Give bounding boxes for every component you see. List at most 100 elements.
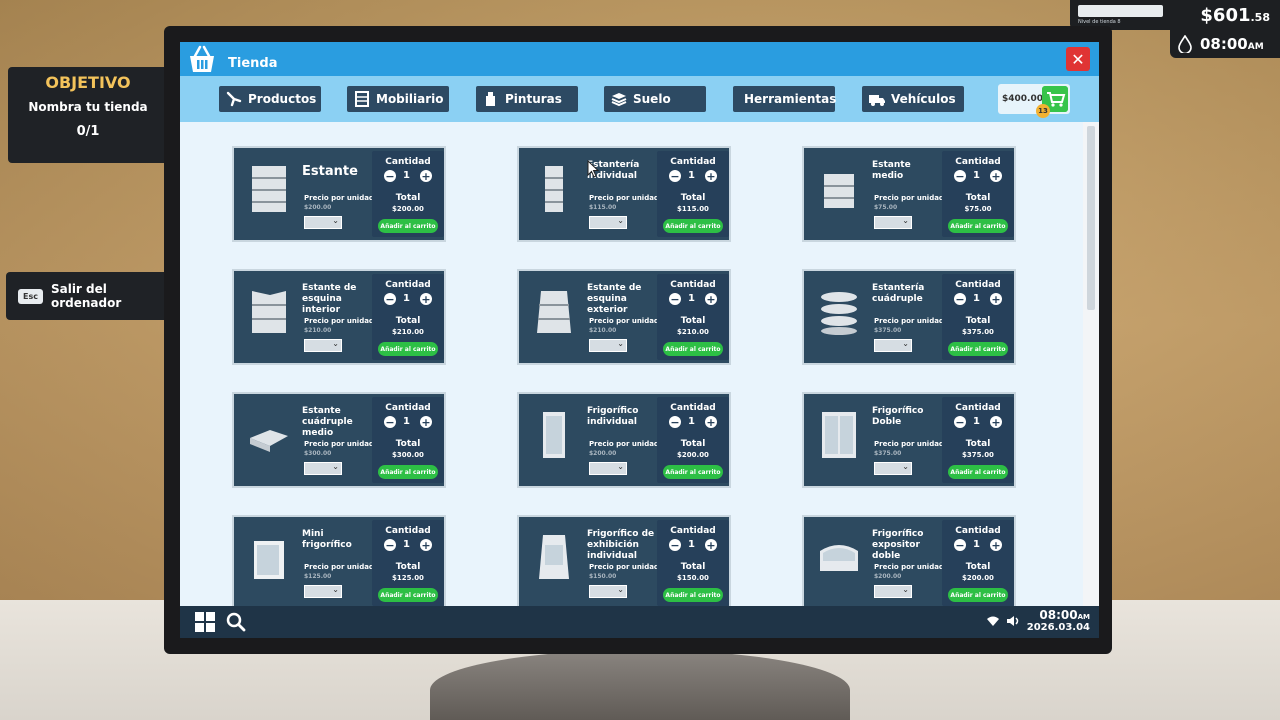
increase-quantity-button[interactable]: + (705, 416, 717, 428)
decrease-quantity-button[interactable]: − (954, 416, 966, 428)
add-to-cart-button[interactable]: Añadir al carrito (948, 465, 1008, 479)
tab-vehiculos[interactable]: Vehículos (862, 86, 964, 112)
unit-price-value: $200.00 (874, 573, 902, 580)
decrease-quantity-button[interactable]: − (669, 293, 681, 305)
add-to-cart-button[interactable]: Añadir al carrito (378, 342, 438, 356)
chevron-down-icon: ⌄ (902, 462, 909, 471)
variant-dropdown[interactable]: ⌄ (589, 216, 627, 229)
add-to-cart-button[interactable]: Añadir al carrito (378, 465, 438, 479)
decrease-quantity-button[interactable]: − (384, 170, 396, 182)
chevron-down-icon: ⌄ (332, 216, 339, 225)
total-value: $125.00 (392, 574, 424, 582)
product-thumbnail-icon (824, 174, 854, 208)
increase-quantity-button[interactable]: + (990, 539, 1002, 551)
close-button[interactable]: ✕ (1066, 47, 1090, 71)
add-to-cart-button[interactable]: Añadir al carrito (378, 219, 438, 233)
tab-herramientas[interactable]: Herramientas (733, 86, 837, 112)
product-card: Frigorífico Doble Precio por unidad $375… (802, 392, 1016, 488)
decrease-quantity-button[interactable]: − (954, 293, 966, 305)
decrease-quantity-button[interactable]: − (384, 416, 396, 428)
increase-quantity-button[interactable]: + (990, 170, 1002, 182)
unit-price-value: $375.00 (874, 327, 902, 334)
increase-quantity-button[interactable]: + (420, 416, 432, 428)
total-value: $200.00 (962, 574, 994, 582)
cart-button[interactable]: $400.00 13 (998, 84, 1070, 118)
increase-quantity-button[interactable]: + (705, 293, 717, 305)
chevron-down-icon: ⌄ (617, 339, 624, 348)
unit-price-value: $375.00 (874, 450, 902, 457)
decrease-quantity-button[interactable]: − (669, 539, 681, 551)
quantity-value: 1 (403, 293, 410, 304)
variant-dropdown[interactable]: ⌄ (874, 462, 912, 475)
scrollbar-thumb[interactable] (1087, 126, 1095, 310)
objective-count: 0/1 (76, 124, 100, 139)
search-icon[interactable] (226, 612, 246, 632)
product-card: Estante de esquina exterior Precio por u… (517, 269, 731, 365)
unit-price-value: $200.00 (304, 204, 332, 211)
add-to-cart-button[interactable]: Añadir al carrito (948, 588, 1008, 602)
increase-quantity-button[interactable]: + (420, 293, 432, 305)
increase-quantity-button[interactable]: + (420, 170, 432, 182)
quantity-label: Cantidad (955, 280, 1001, 290)
taskbar-date: 2026.03.04 (1026, 622, 1090, 633)
chevron-down-icon: ⌄ (617, 585, 624, 594)
decrease-quantity-button[interactable]: − (384, 539, 396, 551)
decrease-quantity-button[interactable]: − (669, 170, 681, 182)
variant-dropdown[interactable]: ⌄ (304, 585, 342, 598)
increase-quantity-button[interactable]: + (990, 293, 1002, 305)
tab-pinturas[interactable]: Pinturas (476, 86, 578, 112)
increase-quantity-button[interactable]: + (420, 539, 432, 551)
quantity-value: 1 (973, 170, 980, 181)
variant-dropdown[interactable]: ⌄ (874, 585, 912, 598)
variant-dropdown[interactable]: ⌄ (589, 585, 627, 598)
total-value: $115.00 (677, 205, 709, 213)
add-to-cart-button[interactable]: Añadir al carrito (948, 219, 1008, 233)
variant-dropdown[interactable]: ⌄ (874, 339, 912, 352)
increase-quantity-button[interactable]: + (990, 416, 1002, 428)
product-card: Frigorífico individual Precio por unidad… (517, 392, 731, 488)
unit-price-label: Precio por unidad (589, 194, 659, 202)
add-to-cart-button[interactable]: Añadir al carrito (663, 219, 723, 233)
quantity-value: 1 (688, 416, 695, 427)
product-thumbnail-icon (252, 291, 286, 333)
quantity-panel: Cantidad − 1 + Total $115.00 Añadir al c… (657, 151, 729, 237)
objective-title: OBJETIVO (45, 73, 131, 92)
unit-price-label: Precio por unidad (304, 563, 374, 571)
add-to-cart-button[interactable]: Añadir al carrito (378, 588, 438, 602)
quantity-value: 1 (403, 539, 410, 550)
variant-dropdown[interactable]: ⌄ (589, 339, 627, 352)
store-level-bar (1078, 5, 1163, 17)
tab-label: Herramientas (744, 92, 837, 106)
add-to-cart-button[interactable]: Añadir al carrito (663, 465, 723, 479)
unit-price-label: Precio por unidad (874, 317, 944, 325)
quantity-value: 1 (688, 170, 695, 181)
increase-quantity-button[interactable]: + (705, 170, 717, 182)
add-to-cart-button[interactable]: Añadir al carrito (948, 342, 1008, 356)
increase-quantity-button[interactable]: + (705, 539, 717, 551)
exit-computer-button[interactable]: Esc Salir del ordenador (6, 272, 174, 320)
variant-dropdown[interactable]: ⌄ (589, 462, 627, 475)
unit-price-label: Precio por unidad (589, 317, 659, 325)
variant-dropdown[interactable]: ⌄ (304, 462, 342, 475)
decrease-quantity-button[interactable]: − (954, 539, 966, 551)
decrease-quantity-button[interactable]: − (954, 170, 966, 182)
variant-dropdown[interactable]: ⌄ (874, 216, 912, 229)
variant-dropdown[interactable]: ⌄ (304, 216, 342, 229)
add-to-cart-button[interactable]: Añadir al carrito (663, 588, 723, 602)
add-to-cart-button[interactable]: Añadir al carrito (663, 342, 723, 356)
cart-count-badge: 13 (1036, 104, 1050, 118)
product-name: Estantería cuádruple (872, 283, 925, 304)
decrease-quantity-button[interactable]: − (669, 416, 681, 428)
scrollbar[interactable] (1083, 122, 1099, 606)
start-menu-icon[interactable] (194, 611, 216, 633)
variant-dropdown[interactable]: ⌄ (304, 339, 342, 352)
product-thumbnail-icon (537, 291, 571, 333)
total-value: $75.00 (964, 205, 992, 213)
unit-price-label: Precio por unidad (589, 563, 659, 571)
decrease-quantity-button[interactable]: − (384, 293, 396, 305)
tab-mobiliario[interactable]: Mobiliario (347, 86, 449, 112)
tab-productos[interactable]: Productos (219, 86, 321, 112)
product-card: Frigorífico de exhibición individual Pre… (517, 515, 731, 611)
product-name: Frigorífico de exhibición individual (587, 529, 655, 561)
tab-suelo[interactable]: Suelo (604, 86, 706, 112)
